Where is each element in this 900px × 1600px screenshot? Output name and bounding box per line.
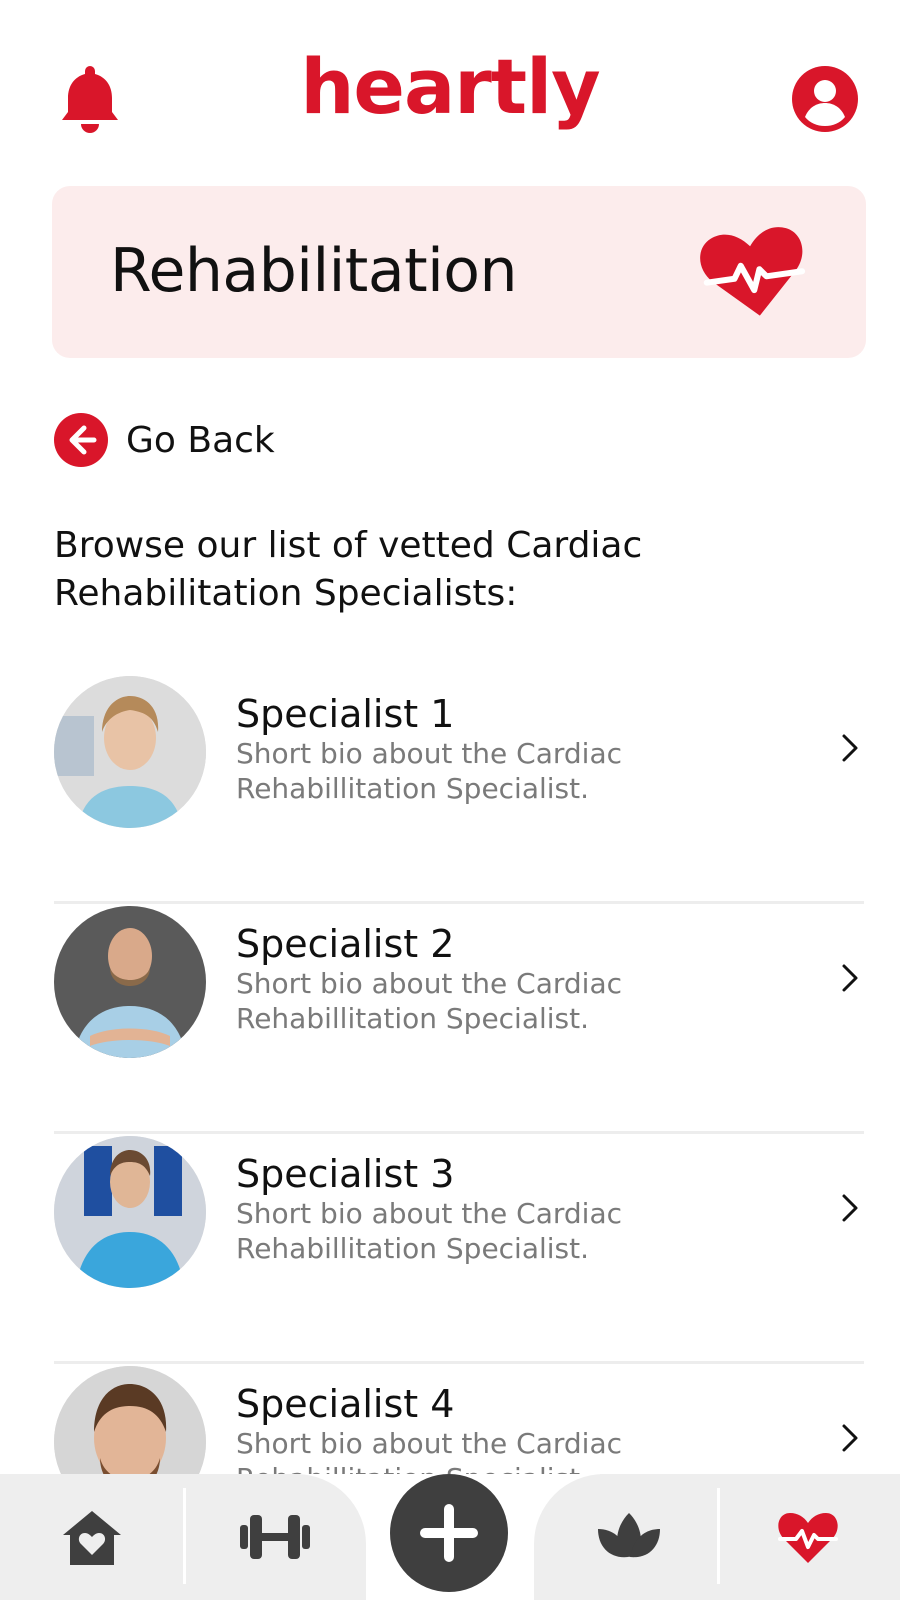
specialist-row[interactable]: Specialist 4 Short bio about the Cardiac… [54,1364,864,1474]
arrow-left-circle-icon [54,413,108,467]
heart-pulse-icon [778,1513,838,1563]
specialist-row[interactable]: Specialist 3 Short bio about the Cardiac… [54,1134,864,1364]
nav-divider [717,1488,720,1584]
app-logo: heartly [300,42,600,131]
chevron-right-icon [842,1424,858,1452]
specialist-list: Specialist 1 Short bio about the Cardiac… [54,674,864,1474]
specialist-row[interactable]: Specialist 1 Short bio about the Cardiac… [54,674,864,904]
go-back-button[interactable]: Go Back [54,410,275,470]
nav-heart-health[interactable] [746,1474,870,1600]
specialist-avatar [54,906,206,1058]
specialist-avatar [54,1366,206,1474]
app-header: heartly [0,0,900,190]
lotus-icon [598,1513,660,1558]
specialist-bio: Short bio about the Cardiac Rehabillitat… [236,1197,622,1265]
section-banner: Rehabilitation [52,186,866,358]
specialist-name: Specialist 2 [236,922,455,966]
page-title: Rehabilitation [110,236,518,306]
specialist-bio: Short bio about the Cardiac Rehabillitat… [236,1427,622,1474]
nav-exercise[interactable] [210,1474,340,1600]
chevron-right-icon [842,964,858,992]
nav-home[interactable] [30,1474,154,1600]
dumbbell-icon [240,1515,310,1559]
specialist-bio: Short bio about the Cardiac Rehabillitat… [236,737,622,805]
chevron-right-icon [842,1194,858,1222]
specialist-name: Specialist 4 [236,1382,455,1426]
specialist-name: Specialist 1 [236,692,455,736]
add-button[interactable] [390,1474,508,1592]
specialist-name: Specialist 3 [236,1152,455,1196]
plus-icon [420,1504,478,1562]
intro-text: Browse our list of vetted Cardiac Rehabi… [54,525,643,614]
profile-icon[interactable] [790,64,860,134]
heart-pulse-icon [700,227,806,316]
specialist-bio: Short bio about the Cardiac Rehabillitat… [236,967,622,1035]
home-heart-icon [63,1511,121,1565]
specialist-avatar [54,1136,206,1288]
nav-divider [183,1488,186,1584]
chevron-right-icon [842,734,858,762]
nav-wellness[interactable] [564,1474,694,1600]
specialist-avatar [54,676,206,828]
go-back-label: Go Back [126,419,275,461]
specialist-row[interactable]: Specialist 2 Short bio about the Cardiac… [54,904,864,1134]
